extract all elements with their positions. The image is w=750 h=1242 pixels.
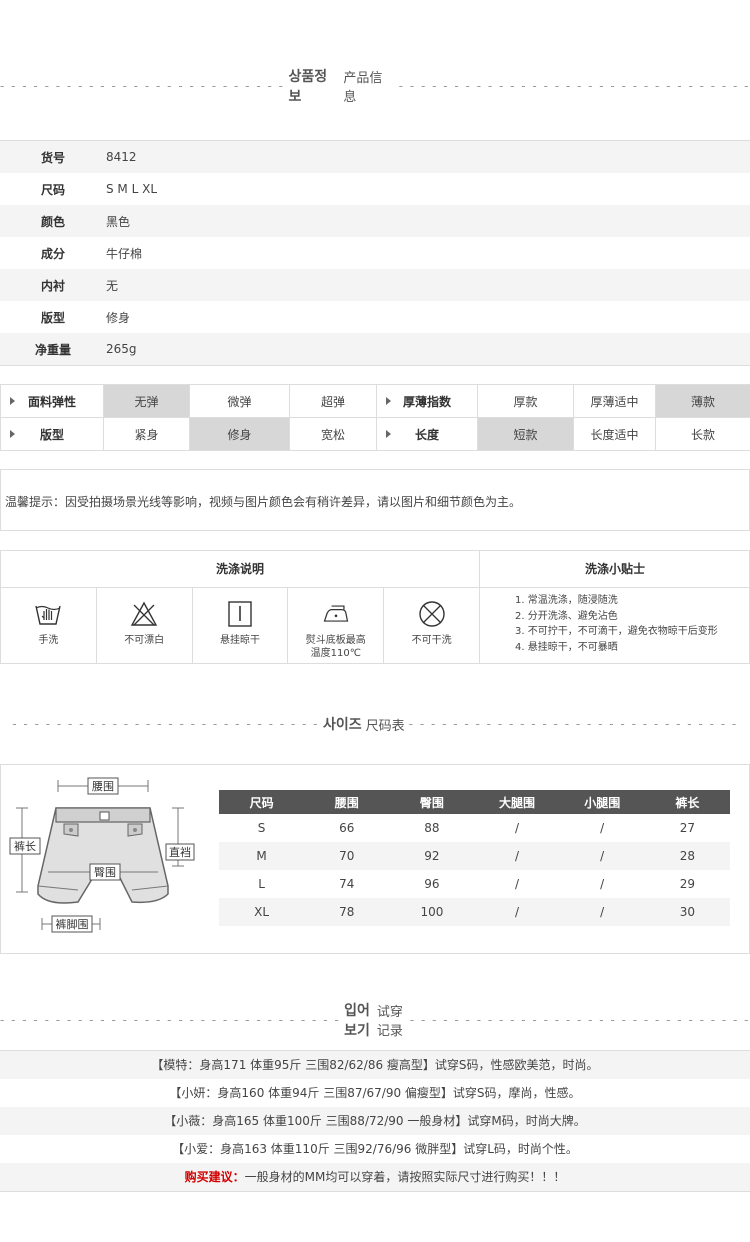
info-row: 货号 8412 (0, 141, 750, 173)
wash-panel: 洗涤说明 洗涤小贴士 手洗 不可漂白 悬挂晾干 熨斗底板最高 温度110℃ 不可干… (0, 550, 750, 664)
shorts-diagram: 腰围 臀围 裤长 直裆 裤脚围 (9, 777, 195, 933)
attr-option: 微弹 (189, 384, 290, 418)
attr-option: 长度适中 (573, 417, 656, 451)
wash-tips: 1. 常温洗涤，随浸随洗 2. 分开洗涤、避免沾色 3. 不可拧干，不可滴干，避… (515, 593, 750, 655)
wash-item: 不可漂白 (97, 588, 193, 664)
attr-option: 厚薄适中 (573, 384, 656, 418)
title-ko: 입어보기 (344, 1003, 370, 1039)
info-row: 版型 修身 (40, 310, 131, 325)
wash-label: 熨斗底板最高 温度110℃ (305, 635, 366, 659)
tryon-row: 【小妍：身高160 体重94斤 三围87/67/90 偏瘦型】试穿S码，摩尚，性… (169, 1086, 581, 1100)
wash-tip: 2. 分开洗涤、避免沾色 (515, 610, 618, 622)
attr-option: 薄款 (655, 384, 750, 418)
attr-option: 超弹 (289, 384, 377, 418)
attr-head: 长度 (376, 417, 478, 451)
tryon-row: 【小爱：身高163 体重110斤 三围92/76/96 微胖型】试穿L码，时尚个… (172, 1142, 578, 1156)
hang-dry-icon (228, 601, 252, 627)
wash-label: 悬挂晾干 (219, 635, 260, 646)
wash-title: 洗涤说明 (1, 551, 480, 588)
size-header: 大腿围 (474, 790, 560, 814)
wash-label: 不可干洗 (411, 635, 452, 646)
wash-item: 熨斗底板最高 温度110℃ (288, 588, 385, 664)
label-waist: 腰围 (92, 780, 114, 793)
attr-head: 面料弹性 (0, 384, 104, 418)
tryon-row: 【小薇：身高165 体重100斤 三围88/72/90 一般身材】试穿M码，时尚… (0, 1107, 750, 1135)
attr-option: 紧身 (103, 417, 190, 451)
label-length: 裤长 (14, 839, 36, 853)
label-rise: 直裆 (169, 845, 191, 859)
attr-option: 厚款 (477, 384, 574, 418)
advice-label: 购买建议： (184, 1170, 245, 1184)
wash-tip: 3. 不可拧干，不可滴干，避免衣物晾干后变形 (515, 626, 718, 637)
purchase-advice: 购买建议：一般身材的MM均可以穿着，请按照实际尺寸进行购买！！！ (0, 1163, 750, 1191)
attr-head: 版型 (0, 417, 104, 451)
size-table: 尺码 腰围 臀围 大腿围 小腿围 裤长 S 66 88//27 M 70 92//28 … (219, 790, 730, 926)
table-row: L 74 96//29 (258, 877, 696, 891)
attribute-grid: 面料弹性 无弹 微弹 超弹 厚薄指数 厚款 厚薄适中 薄款 版型 紧身 修身 宽… (0, 384, 750, 451)
product-info-list: 货号 8412 尺码 S M L XL 颜色 黑色 成分 牛仔棉 内衬无 版型 修身 净重… (0, 140, 750, 366)
tryon-row: 【模特：身高171 体重95斤 三围82/62/86 瘦高型】试穿S码，性感欧美… (0, 1051, 750, 1079)
wash-label: 不可漂白 (124, 635, 165, 646)
color-tip: 温馨提示：因受拍摄场景光线等影响，视频与图片颜色会有稍许差异，请以图片和细节颜色… (0, 469, 750, 531)
iron-icon (323, 605, 349, 622)
info-row: 尺码 S M L XL (40, 182, 158, 197)
attr-option: 长款 (655, 417, 750, 451)
hand-wash-icon (35, 605, 62, 625)
title-ko: 사이즈 (323, 717, 362, 733)
wash-item: 不可干洗 (384, 588, 479, 664)
table-row: S 66 88//27 (257, 821, 696, 835)
wash-item: 悬挂晾干 (193, 588, 289, 664)
info-row: 净重量 265g (0, 333, 750, 365)
label-hem: 裤脚围 (56, 917, 89, 931)
advice-text: 一般身材的MM均可以穿着，请按照实际尺寸进行购买！！！ (244, 1170, 566, 1184)
info-row: 颜色 黑色 (0, 205, 750, 237)
info-row: 成分 牛仔棉 (40, 246, 143, 261)
no-dry-clean-icon (418, 601, 445, 627)
table-row: XL 78 100//30 (219, 898, 730, 926)
wash-tips-title: 洗涤小贴士 (480, 551, 750, 588)
tryon-list: 【模特：身高171 体重95斤 三围82/62/86 瘦高型】试穿S码，性感欧美… (0, 1050, 750, 1192)
size-header: 小腿围 (559, 790, 645, 814)
table-row: M 70 92//28 (219, 842, 730, 870)
wash-label: 手洗 (38, 635, 59, 646)
size-header: 腰围 (304, 790, 390, 814)
attr-option: 宽松 (289, 417, 377, 451)
title-ko: 상품정보 (288, 69, 328, 105)
wash-item: 手洗 (1, 588, 97, 664)
size-header: 尺码 (219, 790, 305, 814)
size-header: 臀围 (389, 790, 475, 814)
wash-tip: 1. 常温洗涤，随浸随洗 (515, 595, 618, 606)
attr-option: 无弹 (103, 384, 190, 418)
wash-icons: 手洗 不可漂白 悬挂晾干 熨斗底板最高 温度110℃ 不可干洗 (1, 588, 480, 664)
title-zh: 试穿记录 (376, 1005, 403, 1039)
title-zh: 尺码表 (365, 718, 405, 734)
info-row: 内衬无 (0, 269, 750, 301)
product-info-title: - - - - - - - - - - - - - - - - - - - - … (0, 66, 750, 106)
size-title: - - - - - - - - - - - - - - - - - - - - … (0, 714, 750, 734)
wash-tip: 4. 悬挂晾干，不可暴晒 (515, 641, 618, 653)
size-header: 裤长 (644, 790, 730, 814)
attr-option: 修身 (189, 417, 290, 451)
attr-head: 厚薄指数 (376, 384, 478, 418)
label-hip: 臀围 (94, 866, 116, 879)
title-zh: 产品信息 (343, 71, 383, 105)
attr-option: 短款 (477, 417, 574, 451)
tryon-title: - - - - - - - - - - - - - - - - - - - - … (0, 1000, 750, 1040)
no-bleach-icon (131, 601, 158, 626)
